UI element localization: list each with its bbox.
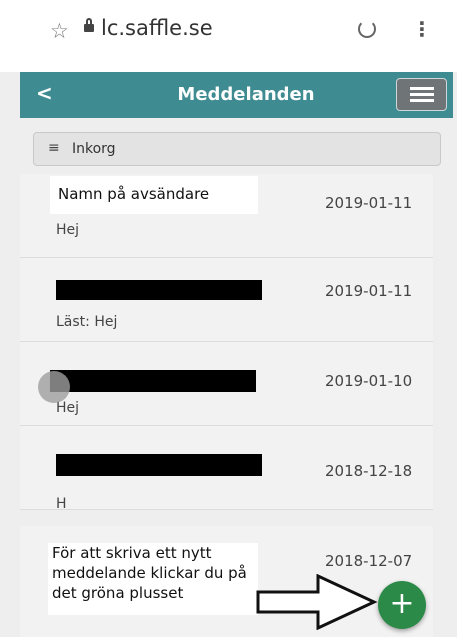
avatar-placeholder (38, 371, 70, 403)
arrow-annotation (256, 574, 378, 630)
message-date: 2018-12-07 (325, 552, 413, 570)
hamburger-menu-button[interactable] (396, 78, 447, 111)
back-button[interactable]: < (36, 81, 53, 105)
inbox-label: Inkorg (72, 141, 116, 157)
message-preview: Hej (56, 222, 80, 238)
url-text[interactable]: lc.saffle.se (101, 16, 213, 40)
message-preview: Hej (56, 400, 80, 416)
new-message-button[interactable]: + (378, 581, 426, 629)
app-header: < Meddelanden (20, 72, 453, 118)
hamburger-icon (410, 87, 434, 90)
message-date: 2019-01-11 (325, 194, 413, 212)
message-date: 2018-12-18 (325, 462, 413, 480)
message-row[interactable]: Namn på avsändare 2019-01-11 Hej (20, 174, 433, 258)
message-row[interactable]: 2019-01-11 Läst: Hej (20, 258, 433, 342)
message-preview: H (56, 496, 67, 512)
page-title: Meddelanden (177, 84, 315, 105)
message-row[interactable]: 2019-01-10 Hej (20, 342, 433, 426)
redacted-sender (56, 454, 262, 476)
message-row[interactable]: 2018-12-18 H (20, 426, 433, 512)
star-icon[interactable]: ☆ (50, 19, 69, 43)
redacted-sender (56, 280, 262, 300)
browser-url-bar: ☆ lc.saffle.se ⋮ (0, 0, 457, 72)
reload-icon[interactable] (358, 20, 376, 38)
lock-icon (84, 18, 94, 32)
inbox-header[interactable]: ≡ Inkorg (33, 132, 441, 166)
message-date: 2019-01-11 (325, 282, 413, 300)
sender-name: Namn på avsändare (50, 176, 258, 214)
redacted-sender (50, 370, 256, 392)
message-preview: Läst: Hej (56, 314, 118, 330)
message-date: 2019-01-10 (325, 372, 413, 390)
list-icon: ≡ (48, 140, 60, 156)
kebab-menu-icon[interactable]: ⋮ (412, 17, 432, 41)
help-annotation: För att skriva ett nytt meddelande klick… (48, 543, 258, 615)
